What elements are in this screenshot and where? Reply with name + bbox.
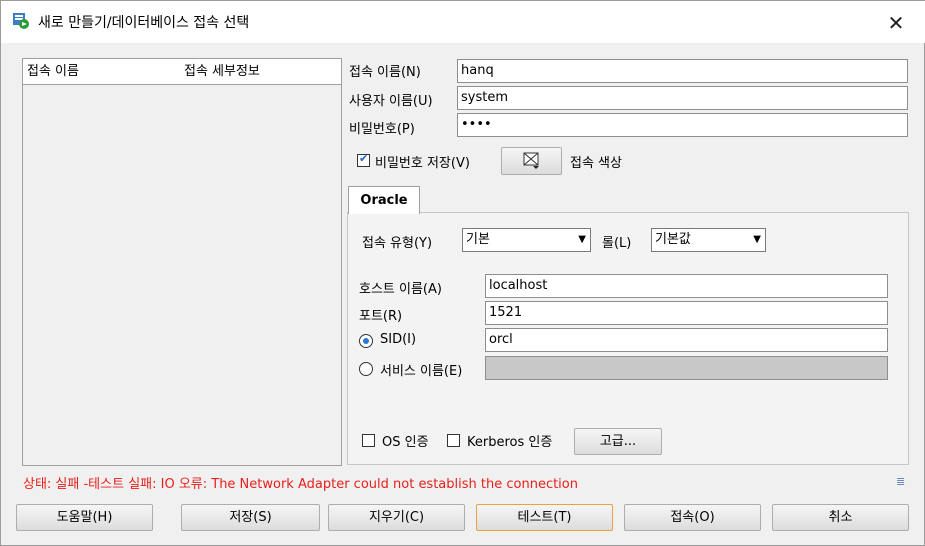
kerberos-auth-checkbox[interactable] <box>447 434 460 447</box>
role-select[interactable]: 기본값 ▼ <box>651 228 766 252</box>
conn-type-select[interactable]: 기본 ▼ <box>462 228 591 252</box>
database-app-icon <box>12 12 30 30</box>
cancel-button[interactable]: 취소 <box>772 504 909 531</box>
help-button[interactable]: 도움말(H) <box>16 504 153 531</box>
conn-type-label: 접속 유형(Y) <box>362 236 433 251</box>
advanced-button[interactable]: 고급... <box>574 428 662 455</box>
host-label: 호스트 이름(A) <box>359 282 442 297</box>
details-list-icon[interactable]: ≣ <box>896 475 905 488</box>
tab-oracle[interactable]: Oracle <box>348 186 420 214</box>
title-bar: 새로 만들기/데이터베이스 접속 선택 ✕ <box>1 1 925 43</box>
column-header-conn-details[interactable]: 접속 세부정보 <box>180 59 341 85</box>
user-name-input[interactable]: system <box>457 86 908 110</box>
port-label: 포트(R) <box>359 309 403 324</box>
save-button[interactable]: 저장(S) <box>181 504 320 531</box>
column-header-conn-name[interactable]: 접속 이름 <box>23 59 181 85</box>
sid-radio[interactable] <box>359 334 373 348</box>
sid-input[interactable]: orcl <box>485 328 888 352</box>
status-message: 상태: 실패 -테스트 실패: IO 오류: The Network Adapt… <box>23 477 578 492</box>
dropdown-arrow-icon: ▼ <box>753 234 761 245</box>
host-input[interactable]: localhost <box>485 274 888 298</box>
os-auth-label: OS 인증 <box>382 435 429 450</box>
os-auth-checkbox[interactable] <box>362 434 375 447</box>
window-title: 새로 만들기/데이터베이스 접속 선택 <box>38 15 250 31</box>
password-input[interactable]: •••• <box>457 113 908 137</box>
color-picker-icon <box>523 152 541 179</box>
save-password-label: 비밀번호 저장(V) <box>375 156 470 171</box>
clear-button[interactable]: 지우기(C) <box>328 504 465 531</box>
role-value: 기본값 <box>655 232 691 247</box>
close-icon: ✕ <box>887 11 905 35</box>
service-name-input[interactable] <box>485 356 888 380</box>
port-input[interactable]: 1521 <box>485 301 888 325</box>
conn-name-label: 접속 이름(N) <box>349 65 421 80</box>
dialog-window: 새로 만들기/데이터베이스 접속 선택 ✕ 접속 이름 접속 세부정보 접속 이… <box>0 0 925 546</box>
service-name-label: 서비스 이름(E) <box>380 364 463 379</box>
role-label: 롤(L) <box>602 236 632 251</box>
conn-color-button[interactable] <box>501 147 562 175</box>
connect-button[interactable]: 접속(O) <box>624 504 761 531</box>
user-name-label: 사용자 이름(U) <box>349 94 433 109</box>
conn-type-value: 기본 <box>466 232 490 247</box>
close-button[interactable]: ✕ <box>873 5 919 41</box>
dropdown-arrow-icon: ▼ <box>578 234 586 245</box>
test-button[interactable]: 테스트(T) <box>476 504 613 531</box>
password-label: 비밀번호(P) <box>349 122 415 137</box>
connection-list[interactable]: 접속 이름 접속 세부정보 <box>22 58 342 466</box>
save-password-checkbox[interactable] <box>357 152 370 167</box>
kerberos-auth-label: Kerberos 인증 <box>467 435 553 450</box>
conn-color-label: 접속 색상 <box>570 156 622 171</box>
service-name-radio[interactable] <box>359 362 373 376</box>
sid-label: SID(I) <box>380 332 417 347</box>
conn-name-input[interactable]: hanq <box>457 59 908 83</box>
